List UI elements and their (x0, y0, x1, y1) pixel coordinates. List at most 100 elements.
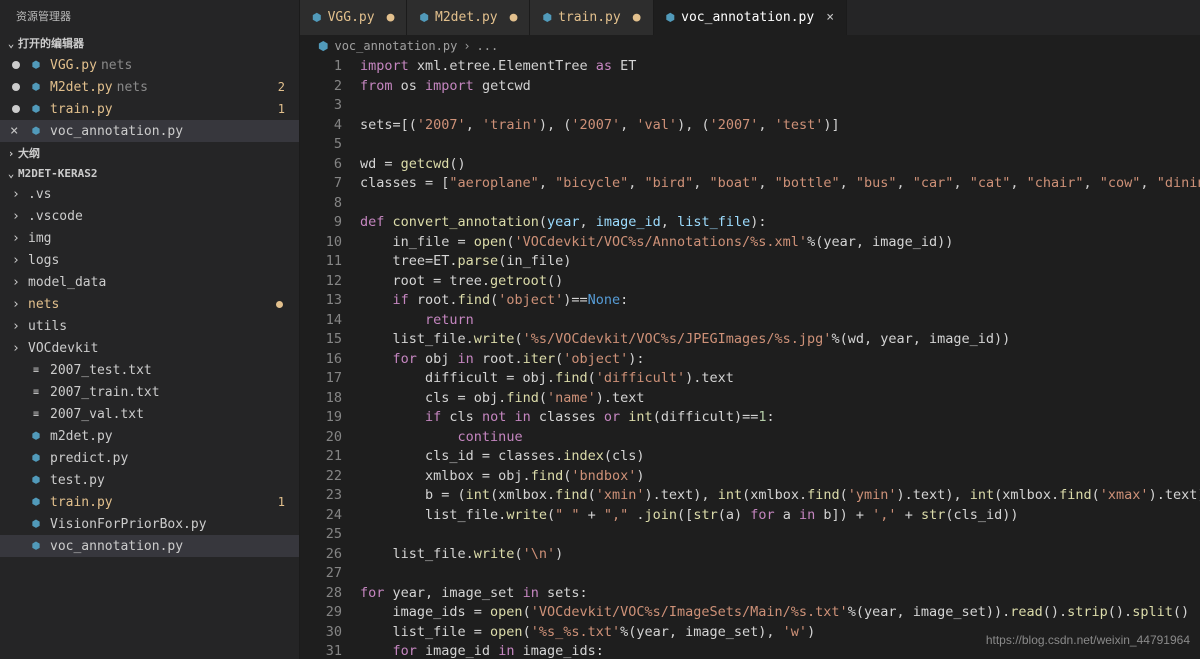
python-file-icon: ⬢ (542, 11, 552, 24)
modified-dot-icon (276, 301, 283, 308)
problem-badge: 1 (278, 495, 291, 509)
chevron-right-icon: › (12, 275, 24, 290)
python-file-icon: ⬢ (28, 516, 44, 532)
chevron-right-icon: › (12, 297, 24, 312)
tab-label: train.py (558, 10, 621, 25)
tree-item[interactable]: ⬢ train.py 1 (0, 491, 299, 513)
unsaved-dot-icon: ● (387, 10, 395, 25)
python-file-icon: ⬢ (318, 39, 328, 53)
file-name: M2det.py (50, 80, 113, 95)
item-name: VOCdevkit (28, 341, 98, 356)
python-file-icon: ⬢ (28, 472, 44, 488)
open-editors-header[interactable]: ⌄ 打开的编辑器 (0, 32, 299, 54)
item-name: utils (28, 319, 67, 334)
python-file-icon: ⬢ (28, 450, 44, 466)
chevron-down-icon: ⌄ (4, 167, 18, 180)
python-file-icon: ⬢ (312, 11, 322, 24)
editor-tab[interactable]: ⬢ train.py ● (530, 0, 653, 35)
item-name: VisionForPriorBox.py (50, 517, 207, 532)
tree-item[interactable]: ⬢ predict.py (0, 447, 299, 469)
open-editor-item[interactable]: ⬢train.py1 (0, 98, 299, 120)
chevron-right-icon: › (4, 147, 18, 160)
code-content[interactable]: import xml.etree.ElementTree as ETfrom o… (360, 57, 1200, 659)
item-name: predict.py (50, 451, 128, 466)
chevron-down-icon: ⌄ (4, 37, 18, 50)
tree-item[interactable]: › model_data (0, 271, 299, 293)
sidebar: 资源管理器 ⌄ 打开的编辑器 ⬢ VGG.py nets ⬢ M2det.py nets 2… (0, 0, 300, 659)
item-name: nets (28, 297, 59, 312)
text-file-icon: ≡ (28, 384, 44, 400)
editor-tab[interactable]: ⬢ voc_annotation.py × (654, 0, 848, 35)
python-file-icon: ⬢ (28, 79, 44, 95)
unsaved-dot-icon (12, 83, 20, 91)
python-file-icon: ⬢ (666, 11, 676, 24)
tree-item[interactable]: › nets (0, 293, 299, 315)
unsaved-dot-icon: ● (633, 10, 641, 25)
item-name: logs (28, 253, 59, 268)
python-file-icon: ⬢ (28, 428, 44, 444)
item-name: model_data (28, 275, 106, 290)
tree-item[interactable]: › VOCdevkit (0, 337, 299, 359)
chevron-right-icon: › (463, 39, 470, 53)
file-dir: nets (117, 80, 148, 95)
chevron-right-icon: › (12, 319, 24, 334)
item-name: 2007_val.txt (50, 407, 144, 422)
line-number-gutter: 1234567891011121314151617181920212223242… (300, 57, 360, 659)
text-file-icon: ≡ (28, 362, 44, 378)
explorer-title: 资源管理器 (0, 0, 299, 32)
item-name: voc_annotation.py (50, 539, 183, 554)
item-name: 2007_test.txt (50, 363, 152, 378)
open-editor-item[interactable]: ×⬢voc_annotation.py (0, 120, 299, 142)
python-file-icon: ⬢ (28, 494, 44, 510)
chevron-right-icon: › (12, 187, 24, 202)
tree-item[interactable]: › utils (0, 315, 299, 337)
chevron-right-icon: › (12, 231, 24, 246)
tree-item[interactable]: ≡ 2007_test.txt (0, 359, 299, 381)
problem-badge: 2 (278, 80, 291, 94)
file-name: train.py (50, 102, 113, 117)
editor-tab[interactable]: ⬢ M2det.py ● (407, 0, 530, 35)
item-name: train.py (50, 495, 113, 510)
python-file-icon: ⬢ (28, 101, 44, 117)
chevron-right-icon: › (12, 341, 24, 356)
tree-item[interactable]: ›.vs (0, 183, 299, 205)
text-file-icon: ≡ (28, 406, 44, 422)
tree-item[interactable]: ›img (0, 227, 299, 249)
tree-item[interactable]: ⬢ m2det.py (0, 425, 299, 447)
tree-item[interactable]: ≡ 2007_val.txt (0, 403, 299, 425)
code-editor[interactable]: 1234567891011121314151617181920212223242… (300, 57, 1200, 659)
unsaved-dot-icon (12, 61, 20, 69)
file-tree: ›.vs›.vscode›img›logs›model_data›nets›ut… (0, 183, 299, 557)
watermark: https://blog.csdn.net/weixin_44791964 (986, 633, 1190, 647)
editor-area: ⬢VGG.py●⬢M2det.py●⬢train.py●⬢voc_annotat… (300, 0, 1200, 659)
close-icon[interactable]: × (826, 10, 834, 25)
item-name: test.py (50, 473, 105, 488)
python-file-icon: ⬢ (28, 123, 44, 139)
tab-label: VGG.py (328, 10, 375, 25)
python-file-icon: ⬢ (28, 57, 44, 73)
tab-label: M2det.py (435, 10, 498, 25)
editor-tab[interactable]: ⬢ VGG.py ● (300, 0, 407, 35)
open-editor-item[interactable]: ⬢ M2det.py nets 2 (0, 76, 299, 98)
item-name: m2det.py (50, 429, 113, 444)
workspace-header[interactable]: ⌄ M2DET-KERAS2 (0, 164, 299, 183)
unsaved-dot-icon: ● (510, 10, 518, 25)
tree-item[interactable]: ›.vscode (0, 205, 299, 227)
tab-bar: ⬢ VGG.py ● ⬢ M2det.py ● ⬢ train.py ● ⬢ voc_annotat… (300, 0, 1200, 35)
breadcrumb[interactable]: ⬢ voc_annotation.py › ... (300, 35, 1200, 57)
outline-header[interactable]: › 大纲 (0, 142, 299, 164)
chevron-right-icon: › (12, 253, 24, 268)
tree-item[interactable]: ≡2007_train.txt (0, 381, 299, 403)
tree-item[interactable]: ⬢ VisionForPriorBox.py (0, 513, 299, 535)
open-editor-item[interactable]: ⬢VGG.pynets (0, 54, 299, 76)
tab-label: voc_annotation.py (681, 10, 814, 25)
chevron-right-icon: › (12, 209, 24, 224)
close-icon[interactable]: × (10, 123, 18, 139)
tree-item[interactable]: ⬢ test.py (0, 469, 299, 491)
unsaved-dot-icon (12, 105, 20, 113)
python-file-icon: ⬢ (419, 11, 429, 24)
open-editors-list: ⬢VGG.pynets⬢M2det.pynets2⬢train.py1×⬢voc… (0, 54, 299, 142)
file-name: VGG.py (50, 58, 97, 73)
tree-item[interactable]: ⬢voc_annotation.py (0, 535, 299, 557)
tree-item[interactable]: › logs (0, 249, 299, 271)
